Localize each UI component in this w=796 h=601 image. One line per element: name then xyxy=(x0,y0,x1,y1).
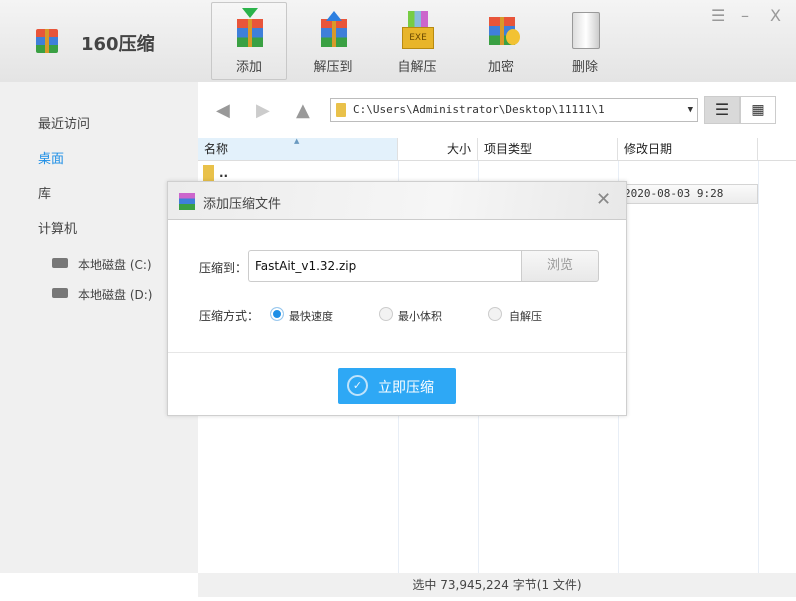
toolbar-delete-button[interactable]: 删除 xyxy=(547,2,623,80)
forward-icon[interactable]: ▶ xyxy=(256,100,270,121)
address-path: C:\Users\Administrator\Desktop\11111\1 xyxy=(353,103,605,116)
status-bar: 选中 73,945,224 字节(1 文件) xyxy=(198,573,796,597)
address-bar[interactable]: C:\Users\Administrator\Desktop\11111\1 ▼ xyxy=(330,98,698,122)
toolbar-extract-button[interactable]: 解压到 xyxy=(295,2,371,80)
mode-label: 压缩方式： xyxy=(199,309,260,323)
up-icon[interactable]: ▲ xyxy=(296,100,310,121)
mode-fastest-label[interactable]: 最快速度 xyxy=(289,308,333,324)
target-input[interactable]: FastAit_v1.32.zip xyxy=(248,250,521,282)
folder-icon xyxy=(203,165,214,181)
compress-now-button[interactable]: ✓ 立即压缩 xyxy=(338,368,456,404)
app-title: 160压缩 xyxy=(81,34,155,55)
parent-folder-row[interactable]: .. xyxy=(219,166,228,180)
dialog-title-bar: 添加压缩文件 ✕ xyxy=(168,182,626,220)
divider xyxy=(168,352,626,353)
target-label: 压缩到： xyxy=(199,261,248,275)
extract-icon xyxy=(321,11,347,47)
trash-icon xyxy=(572,12,600,49)
mode-smallest-label[interactable]: 最小体积 xyxy=(398,308,442,324)
sidebar-item-library[interactable]: 库 xyxy=(38,183,51,202)
grid-view-button[interactable]: ▦ xyxy=(740,96,776,124)
column-size[interactable]: 大小 xyxy=(398,138,478,161)
radio-fastest[interactable] xyxy=(270,307,284,321)
column-date[interactable]: 修改日期 xyxy=(618,138,758,161)
radio-smallest[interactable] xyxy=(379,307,393,321)
menu-icon[interactable]: ☰ xyxy=(711,6,725,25)
books-icon xyxy=(408,11,428,27)
back-icon[interactable]: ◀ xyxy=(216,100,230,121)
radio-sfx[interactable] xyxy=(488,307,502,321)
dropdown-arrow-icon[interactable]: ▼ xyxy=(688,99,693,121)
divider xyxy=(758,161,759,573)
close-button[interactable]: X xyxy=(770,6,781,25)
list-view-button[interactable]: ☰ xyxy=(704,96,740,124)
sidebar-disk-d[interactable]: 本地磁盘 (D:) xyxy=(78,286,152,303)
compress-now-label: 立即压缩 xyxy=(378,380,434,396)
toolbar-sfx-button[interactable]: EXE 自解压 xyxy=(379,2,455,80)
sidebar-disk-c[interactable]: 本地磁盘 (C:) xyxy=(78,256,152,273)
app-logo-icon xyxy=(179,193,195,210)
sidebar-item-recent[interactable]: 最近访问 xyxy=(38,113,90,132)
add-archive-dialog: 添加压缩文件 ✕ 压缩到： FastAit_v1.32.zip 浏览 压缩方式：… xyxy=(167,181,627,416)
disk-icon xyxy=(52,258,68,268)
folder-icon xyxy=(336,103,346,117)
toolbar-add-button[interactable]: 添加 xyxy=(211,2,287,80)
toolbar-encrypt-button[interactable]: 加密 xyxy=(463,2,539,80)
add-archive-icon xyxy=(237,8,263,47)
sort-asc-icon: ▲ xyxy=(294,137,300,145)
sfx-exe-icon: EXE xyxy=(402,27,434,49)
mode-sfx-label[interactable]: 自解压 xyxy=(509,308,542,324)
check-circle-icon: ✓ xyxy=(347,375,368,396)
file-row-date[interactable]: 2020-08-03 9:28 xyxy=(618,184,758,204)
disk-icon xyxy=(52,288,68,298)
header: 160压缩 添加 解压到 EXE 自解压 加密 删除 ☰ – X xyxy=(0,0,796,82)
column-filler xyxy=(758,138,796,161)
column-type[interactable]: 项目类型 xyxy=(478,138,618,161)
encrypt-icon xyxy=(489,17,520,45)
sidebar-item-computer[interactable]: 计算机 xyxy=(38,218,77,237)
browse-button[interactable]: 浏览 xyxy=(521,250,599,282)
dialog-close-icon[interactable]: ✕ xyxy=(596,189,611,210)
minimize-button[interactable]: – xyxy=(741,6,749,25)
app-logo-icon xyxy=(36,29,58,53)
sidebar-item-desktop[interactable]: 桌面 xyxy=(38,148,64,167)
dialog-title: 添加压缩文件 xyxy=(203,197,282,212)
